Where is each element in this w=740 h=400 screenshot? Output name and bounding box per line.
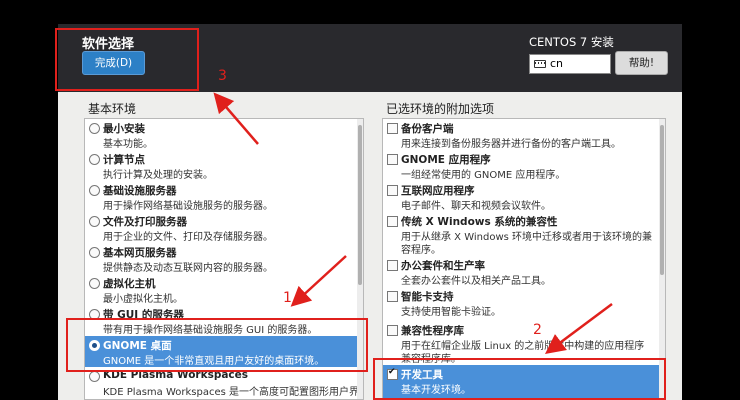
arrow-2 bbox=[544, 302, 613, 354]
arrow-3 bbox=[213, 92, 259, 145]
arrow-1 bbox=[290, 255, 347, 307]
annotation-label-2: 2 bbox=[533, 322, 542, 338]
annotation-label-1: 1 bbox=[283, 290, 292, 306]
annotation-label-3: 3 bbox=[218, 68, 227, 84]
annotation-arrows bbox=[213, 92, 613, 354]
